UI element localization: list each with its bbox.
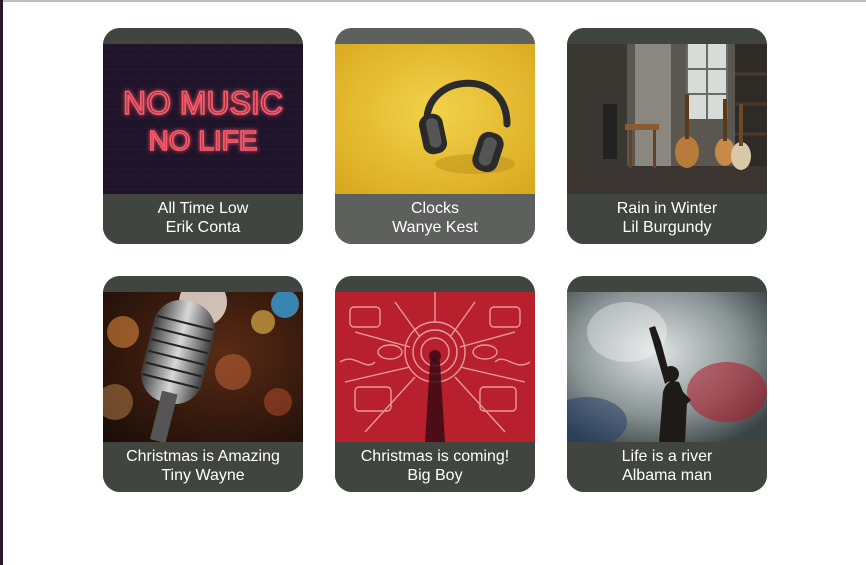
song-artist: Tiny Wayne: [161, 467, 245, 484]
card-topbar: [335, 276, 535, 292]
song-artist: Erik Conta: [165, 219, 241, 236]
song-title: Christmas is Amazing: [126, 448, 280, 465]
card-caption: Rain in Winter Lil Burgundy: [567, 194, 767, 244]
card-topbar: [567, 276, 767, 292]
card-caption: Clocks Wanye Kest: [335, 194, 535, 244]
window-left-border: [0, 0, 3, 565]
album-art-red-instruments: [335, 292, 535, 442]
song-card[interactable]: NO MUSIC NO LIFE All Time Low Erik Conta: [103, 28, 303, 244]
song-title: Clocks: [410, 200, 459, 217]
song-card[interactable]: Christmas is Amazing Tiny Wayne: [103, 276, 303, 492]
song-artist: Albama man: [622, 467, 712, 484]
song-artist: Big Boy: [407, 467, 463, 484]
album-art-guitars-room: [567, 44, 767, 194]
card-caption: All Time Low Erik Conta: [103, 194, 303, 244]
card-caption: Life is a river Albama man: [567, 442, 767, 492]
album-art-headphones: [335, 44, 535, 194]
album-art-neon-sign: NO MUSIC NO LIFE: [103, 44, 303, 194]
card-caption: Christmas is Amazing Tiny Wayne: [103, 442, 303, 492]
album-art-concert-performer: [567, 292, 767, 442]
top-divider: [3, 0, 866, 2]
neon-text-line1: NO MUSIC: [123, 85, 283, 121]
song-title: All Time Low: [157, 200, 249, 217]
song-card[interactable]: Life is a river Albama man: [567, 276, 767, 492]
song-card[interactable]: Clocks Wanye Kest: [335, 28, 535, 244]
card-topbar: [103, 28, 303, 44]
song-artist: Wanye Kest: [392, 219, 478, 236]
song-title: Rain in Winter: [616, 200, 718, 217]
card-topbar: [103, 276, 303, 292]
song-card[interactable]: Christmas is coming! Big Boy: [335, 276, 535, 492]
album-art-microphone: [103, 292, 303, 442]
card-topbar: [567, 28, 767, 44]
neon-text-line2: NO LIFE: [149, 125, 258, 156]
song-title: Christmas is coming!: [360, 448, 510, 465]
song-title: Life is a river: [621, 448, 713, 465]
song-card[interactable]: Rain in Winter Lil Burgundy: [567, 28, 767, 244]
card-topbar: [335, 28, 535, 44]
song-artist: Lil Burgundy: [622, 219, 712, 236]
card-caption: Christmas is coming! Big Boy: [335, 442, 535, 492]
